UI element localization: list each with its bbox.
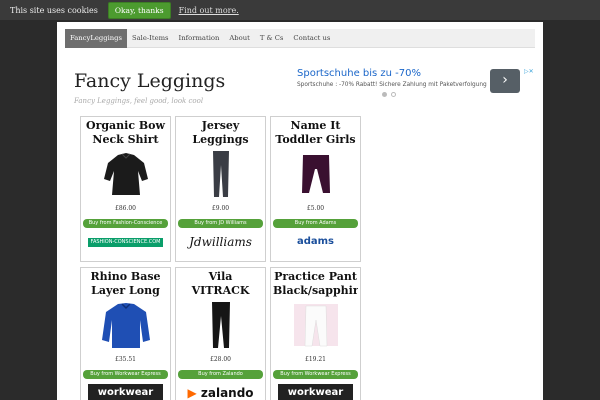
product-title[interactable]: Jersey Leggings Length 30in — [178, 119, 263, 147]
buy-button[interactable]: Buy from JD Williams — [178, 219, 263, 228]
product-price: £86.00 — [115, 205, 136, 212]
nav-item-information[interactable]: Information — [174, 29, 225, 48]
retailer-logo[interactable]: FASHION-CONSCIENCE.COM — [88, 238, 163, 247]
product-card: Practice Pant Black/sapphire / £19.21 Bu… — [270, 267, 361, 400]
nav-item-fancyleggings[interactable]: FancyLeggings — [65, 28, 127, 48]
blue-base-layer-image[interactable] — [100, 300, 152, 350]
black-leggings-image[interactable] — [195, 300, 247, 350]
product-price: £28.00 — [210, 356, 231, 363]
ad-title[interactable]: Sportschuhe bis zu -70% — [297, 68, 421, 79]
nav-item-terms[interactable]: T & Cs — [255, 29, 289, 48]
product-title[interactable]: Vila VITRACK Leggings black — [178, 270, 263, 298]
retailer-logo-text: FASHION-CONSCIENCE.COM — [90, 239, 161, 245]
page-container: FancyLeggings Sale-Items Information Abo… — [57, 22, 543, 400]
advertisement[interactable]: Sportschuhe bis zu -70% Sportschuhe : -7… — [295, 66, 535, 100]
product-card: Vila VITRACK Leggings black £28.00 Buy f… — [175, 267, 266, 400]
main-nav: FancyLeggings Sale-Items Information Abo… — [65, 28, 535, 48]
ad-dot[interactable] — [391, 92, 396, 97]
zalando-arrow-icon: ▶ — [187, 386, 197, 400]
product-card: Jersey Leggings Length 30in £9.00 Buy fr… — [175, 116, 266, 262]
product-title[interactable]: Name It Toddler Girls Purple — [273, 119, 358, 147]
nav-item-about[interactable]: About — [224, 29, 254, 48]
retailer-logo-text: adams — [296, 236, 335, 247]
retailer-logo[interactable]: workwear — [278, 384, 353, 400]
retailer-logo-text: zalando — [200, 386, 254, 400]
nav-item-sale-items[interactable]: Sale-Items — [127, 29, 174, 48]
chevron-right-icon[interactable]: › — [490, 69, 520, 93]
product-price: £5.00 — [306, 205, 325, 212]
nav-item-contact[interactable]: Contact us — [288, 29, 335, 48]
black-shirt-dress-image[interactable] — [100, 149, 152, 199]
product-title[interactable]: Rhino Base Layer Long — [83, 270, 168, 298]
product-card: Name It Toddler Girls Purple £5.00 Buy f… — [270, 116, 361, 262]
product-price: £19.21 — [305, 356, 326, 363]
retailer-logo-text: Jdwilliams — [189, 235, 252, 249]
product-title[interactable]: Organic Bow Neck Shirt Dress — [83, 119, 168, 147]
cookie-message: This site uses cookies — [10, 5, 98, 15]
purple-leggings-image[interactable] — [290, 149, 342, 199]
cookie-find-out-more-link[interactable]: Find out more. — [179, 6, 239, 15]
buy-button[interactable]: Buy from Zalando — [178, 370, 263, 379]
buy-button[interactable]: Buy from Workwear Express — [83, 370, 168, 379]
site-title[interactable]: Fancy Leggings — [74, 70, 225, 92]
product-price: £35.51 — [115, 356, 136, 363]
retailer-logo[interactable]: Jdwilliams — [183, 233, 258, 251]
product-title[interactable]: Practice Pant Black/sapphire / — [273, 270, 358, 298]
cookie-bar: This site uses cookies Okay, thanks Find… — [0, 0, 600, 20]
buy-button[interactable]: Buy from Adams — [273, 219, 358, 228]
ad-dot-active[interactable] — [382, 92, 387, 97]
ad-subtitle: Sportschuhe : -70% Rabatt! Sichere Zahlu… — [297, 82, 487, 88]
retailer-logo[interactable]: workwear — [88, 384, 163, 400]
retailer-logo[interactable]: ▶ zalando — [183, 384, 258, 400]
retailer-logo[interactable]: adams — [278, 233, 353, 251]
site-tagline: Fancy Leggings, feel good, look cool — [74, 97, 204, 105]
product-card: Organic Bow Neck Shirt Dress £86.00 Buy … — [80, 116, 171, 262]
adchoices-icon[interactable]: ▷✕ — [524, 68, 534, 75]
grey-leggings-image[interactable] — [195, 149, 247, 199]
buy-button[interactable]: Buy from Fashion-Conscience — [83, 219, 168, 228]
white-pant-image[interactable] — [290, 300, 342, 350]
buy-button[interactable]: Buy from Workwear Express — [273, 370, 358, 379]
product-price: £9.00 — [211, 205, 230, 212]
ad-pagination — [382, 92, 396, 97]
product-card: Rhino Base Layer Long £35.51 Buy from Wo… — [80, 267, 171, 400]
retailer-logo-text: workwear — [287, 387, 344, 398]
retailer-logo-text: workwear — [97, 387, 154, 398]
cookie-accept-button[interactable]: Okay, thanks — [107, 1, 171, 19]
